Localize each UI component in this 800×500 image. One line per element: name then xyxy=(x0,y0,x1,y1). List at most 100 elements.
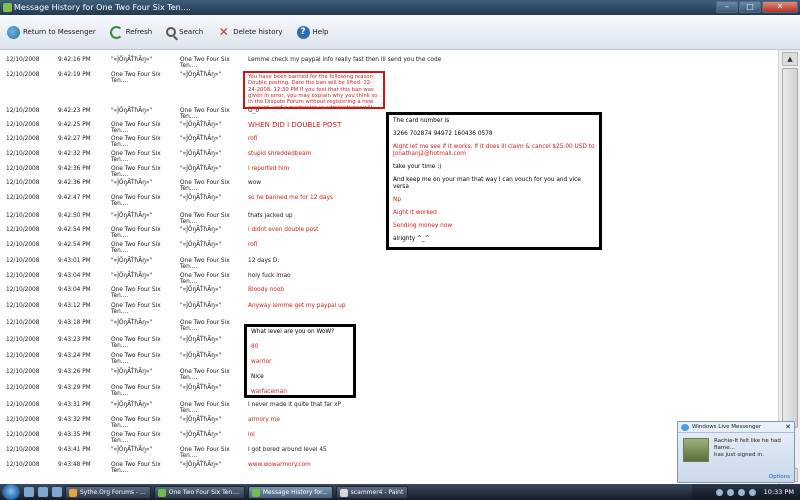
delete-history-button[interactable]: ✕ Delete history xyxy=(214,22,285,42)
help-button[interactable]: ? Help xyxy=(294,22,332,42)
message-to: "«ĴŐŋĂŤħĂŋ»" xyxy=(180,303,222,309)
message-text: Anyway lemme get my paypal up xyxy=(248,303,346,309)
message-to: "«ĴŐŋĂŤħĂŋ»" xyxy=(180,227,222,233)
message-date: 12/10/2008 xyxy=(6,242,40,248)
message-time: 9:43:04 PM xyxy=(58,273,91,279)
message-from: One Two Four Six Ten.... xyxy=(111,72,161,84)
message-time: 9:42:54 PM xyxy=(58,227,91,233)
message-row[interactable]: 12/10/2008 9:43:31 PM "«ĴŐŋĂŤħĂŋ»" One Two … xyxy=(0,400,778,414)
window-controls: – □ ✕ xyxy=(716,1,798,14)
message-date: 12/10/2008 xyxy=(6,303,40,309)
message-row[interactable]: 12/10/2008 9:43:04 PM "«ĴŐŋĂŤħĂŋ»" One Two … xyxy=(0,271,778,285)
message-time: 9:43:12 PM xyxy=(58,303,91,309)
message-row[interactable]: 12/10/2008 9:43:01 PM "«ĴŐŋĂŤħĂŋ»" One Two … xyxy=(0,256,778,270)
close-button[interactable]: ✕ xyxy=(762,1,798,13)
card-line: Aight it worked xyxy=(393,210,437,216)
message-date: 12/10/2008 xyxy=(6,337,40,343)
message-to: One Two Four Six Ten.... xyxy=(180,320,230,332)
scroll-thumb[interactable] xyxy=(782,68,798,428)
scroll-up-arrow[interactable]: ▲ xyxy=(782,52,798,66)
help-icon: ? xyxy=(296,25,310,39)
paint-icon xyxy=(339,488,348,497)
minimize-button[interactable]: – xyxy=(716,1,738,13)
message-text: WHEN DID I DOUBLE POST xyxy=(248,121,342,129)
search-label: Search xyxy=(179,28,204,36)
taskbar-item-message-history[interactable]: Message History for... xyxy=(247,485,333,499)
window-title: Message History for One Two Four Six Ten… xyxy=(14,3,191,12)
message-from: "«ĴŐŋĂŤħĂŋ»" xyxy=(111,57,153,63)
tray-icon[interactable] xyxy=(737,488,745,496)
message-from: "«ĴŐŋĂŤħĂŋ»" xyxy=(111,258,153,264)
message-row[interactable]: 12/10/2008 9:43:35 PM One Two Four Six Ten… xyxy=(0,430,778,444)
messenger-app-icon xyxy=(3,3,12,12)
message-from: One Two Four Six Ten.... xyxy=(111,242,161,254)
task-label: scammer4 - Paint xyxy=(350,488,404,496)
wow-line: What level are you on WoW? xyxy=(251,329,335,335)
message-row[interactable]: 12/10/2008 9:43:32 PM One Two Four Six Ten… xyxy=(0,415,778,429)
message-from: One Two Four Six Ten.... xyxy=(111,287,161,299)
message-row[interactable]: 12/10/2008 9:43:18 PM "«ĴŐŋĂŤħĂŋ»" One Two … xyxy=(0,318,778,332)
taskbar: Sythe.Org Forums - ... One Two Four Six … xyxy=(0,484,800,500)
quicklaunch-icon[interactable] xyxy=(38,487,48,497)
message-text: wow xyxy=(248,180,262,186)
start-button[interactable] xyxy=(2,484,20,500)
card-line: Aight let me see if it works. If it does… xyxy=(393,144,595,157)
system-tray: 10:33 PM xyxy=(692,484,800,500)
browser-icon xyxy=(69,488,77,497)
clock[interactable]: 10:33 PM xyxy=(764,488,794,496)
taskbar-item-conversation[interactable]: One Two Four Six Ten.... xyxy=(153,485,245,499)
message-row[interactable]: 12/10/2008 9:43:24 PM One Two Four Six Ten… xyxy=(0,351,778,365)
return-to-messenger-button[interactable]: Return to Messenger xyxy=(4,22,99,42)
search-button[interactable]: Search xyxy=(163,22,206,42)
message-time: 9:42:19 PM xyxy=(58,72,91,78)
volume-icon[interactable] xyxy=(748,488,756,496)
message-from: One Two Four Six Ten.... xyxy=(111,385,161,397)
ban-notice-box: You have been banned for the following r… xyxy=(243,71,385,109)
message-date: 12/10/2008 xyxy=(6,273,40,279)
return-label: Return to Messenger xyxy=(23,28,96,36)
message-text: 12 days D: xyxy=(248,258,280,264)
message-date: 12/10/2008 xyxy=(6,462,40,468)
message-from: One Two Four Six Ten.... xyxy=(111,432,161,444)
message-row[interactable]: 12/10/2008 9:42:19 PM One Two Four Six Ten… xyxy=(0,70,778,84)
toast-close-icon[interactable]: ✕ xyxy=(785,422,791,433)
message-row[interactable]: 12/10/2008 9:43:26 PM "«ĴŐŋĂŤħĂŋ»" One Two … xyxy=(0,367,778,381)
message-from: One Two Four Six Ten.... xyxy=(111,136,161,148)
message-from: One Two Four Six Ten.... xyxy=(111,166,161,178)
message-row[interactable]: 12/10/2008 9:43:41 PM "«ĴŐŋĂŤħĂŋ»" One Two … xyxy=(0,445,778,459)
messenger-notification-toast[interactable]: Windows Live Messenger ✕ Rachie-It felt … xyxy=(677,421,795,483)
message-text: armory me xyxy=(248,417,280,423)
message-row[interactable]: 12/10/2008 9:43:23 PM One Two Four Six Ten… xyxy=(0,335,778,349)
taskbar-item-sythe[interactable]: Sythe.Org Forums - ... xyxy=(65,485,151,499)
message-time: 9:42:32 PM xyxy=(58,151,91,157)
tray-icon[interactable] xyxy=(715,488,723,496)
message-row[interactable]: 12/10/2008 9:43:48 PM One Two Four Six Ten… xyxy=(0,460,778,474)
message-row[interactable]: 12/10/2008 9:43:12 PM One Two Four Six Ten… xyxy=(0,301,778,315)
vertical-scrollbar[interactable]: ▲ ▼ xyxy=(778,50,800,484)
message-text: rofl xyxy=(248,136,258,142)
taskbar-item-paint[interactable]: scammer4 - Paint xyxy=(335,485,409,499)
message-to: "«ĴŐŋĂŤħĂŋ»" xyxy=(180,122,222,128)
message-row[interactable]: 12/10/2008 9:42:16 PM "«ĴŐŋĂŤħĂŋ»" One Two … xyxy=(0,55,778,69)
quicklaunch-icon[interactable] xyxy=(24,487,34,497)
tray-icon[interactable] xyxy=(726,488,734,496)
message-time: 9:42:54 PM xyxy=(58,242,91,248)
quicklaunch-icon[interactable] xyxy=(52,487,62,497)
search-icon xyxy=(166,27,177,37)
message-row[interactable]: 12/10/2008 9:43:29 PM One Two Four Six Ten… xyxy=(0,383,778,397)
maximize-button[interactable]: □ xyxy=(739,1,761,13)
delete-x-icon: ✕ xyxy=(218,24,229,39)
message-to: One Two Four Six Ten.... xyxy=(180,258,230,270)
message-date: 12/10/2008 xyxy=(6,353,40,359)
message-time: 9:43:41 PM xyxy=(58,447,91,453)
card-line: alrighty ^_^ xyxy=(393,236,430,242)
message-to: "«ĴŐŋĂŤħĂŋ»" xyxy=(180,72,222,78)
message-to: One Two Four Six Ten.... xyxy=(180,447,230,459)
message-date: 12/10/2008 xyxy=(6,195,40,201)
refresh-button[interactable]: Refresh xyxy=(107,22,155,42)
message-time: 9:42:27 PM xyxy=(58,136,91,142)
message-to: One Two Four Six Ten.... xyxy=(180,369,230,381)
message-row[interactable]: 12/10/2008 9:43:04 PM One Two Four Six Ten… xyxy=(0,285,778,299)
message-from: One Two Four Six Ten.... xyxy=(111,462,161,474)
toast-options-link[interactable]: Options xyxy=(769,474,790,480)
